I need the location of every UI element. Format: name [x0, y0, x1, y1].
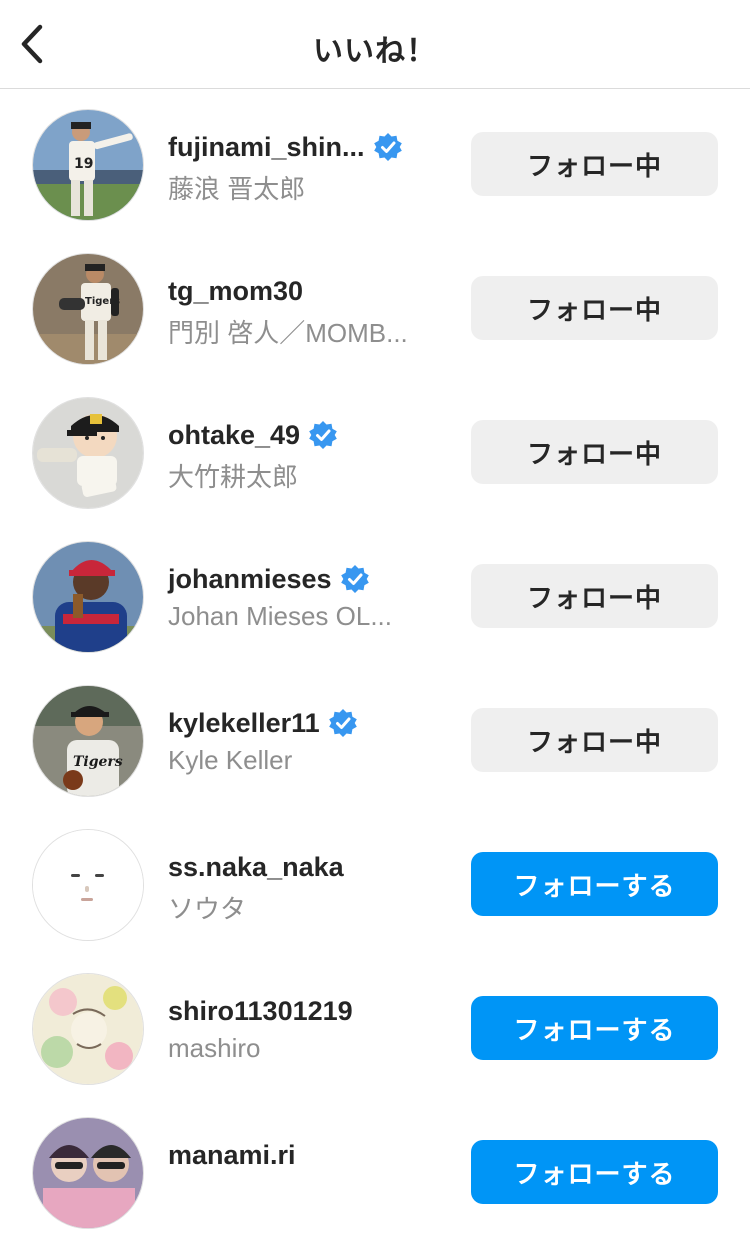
username[interactable]: tg_mom30 — [168, 276, 303, 307]
full-name: Johan Mieses OL... — [168, 601, 392, 631]
username[interactable]: ohtake_49 — [168, 420, 300, 451]
full-name: 門別 啓人／MOMB... — [168, 318, 408, 348]
avatar[interactable] — [32, 1117, 144, 1229]
avatar[interactable] — [32, 973, 144, 1085]
verified-badge-icon — [340, 564, 370, 594]
full-name: ソウタ — [168, 894, 247, 924]
list-item[interactable]: ohtake_49 大竹耕太郎 フォロー中 — [0, 377, 750, 521]
top-nav-bar: いいね！ — [0, 0, 750, 89]
list-item[interactable]: ss.naka_naka ソウタ フォローする — [0, 809, 750, 953]
list-item[interactable]: shiro11301219 mashiro フォローする — [0, 953, 750, 1097]
full-name: Kyle Keller — [168, 745, 293, 775]
avatar[interactable] — [32, 541, 144, 653]
avatar[interactable] — [32, 397, 144, 509]
following-button[interactable]: フォロー中 — [471, 276, 718, 340]
username[interactable]: shiro11301219 — [168, 996, 353, 1027]
page-title: いいね！ — [313, 35, 437, 68]
full-name: 大竹耕太郎 — [168, 462, 299, 492]
avatar[interactable]: Tigers — [32, 685, 144, 797]
avatar[interactable]: Tigers — [32, 253, 144, 365]
username[interactable]: fujinami_shin... — [168, 132, 365, 163]
verified-badge-icon — [373, 132, 403, 162]
svg-text:19: 19 — [74, 156, 93, 172]
username[interactable]: johanmieses — [168, 564, 332, 595]
following-button[interactable]: フォロー中 — [471, 708, 718, 772]
follow-button[interactable]: フォローする — [471, 1140, 718, 1204]
full-name: mashiro — [168, 1033, 261, 1063]
verified-badge-icon — [308, 420, 338, 450]
following-button[interactable]: フォロー中 — [471, 420, 718, 484]
svg-text:Tigers: Tigers — [73, 754, 123, 770]
verified-badge-icon — [328, 708, 358, 738]
svg-text:Tigers: Tigers — [85, 296, 120, 307]
username[interactable]: kylekeller11 — [168, 708, 320, 739]
list-item[interactable]: 19 fujinami_shin... 藤浪 晋太郎 フォロー中 — [0, 89, 750, 233]
list-item[interactable]: manami.ri フォローする — [0, 1097, 750, 1241]
full-name: 藤浪 晋太郎 — [168, 174, 306, 204]
follow-button[interactable]: フォローする — [471, 852, 718, 916]
following-button[interactable]: フォロー中 — [471, 564, 718, 628]
following-button[interactable]: フォロー中 — [471, 132, 718, 196]
list-item[interactable]: johanmieses Johan Mieses OL... フォロー中 — [0, 521, 750, 665]
list-item[interactable]: Tigers kylekeller11 Kyle Keller フォロー中 — [0, 665, 750, 809]
username[interactable]: manami.ri — [168, 1140, 296, 1171]
username[interactable]: ss.naka_naka — [168, 852, 344, 883]
avatar[interactable]: 19 — [32, 109, 144, 221]
avatar[interactable] — [32, 829, 144, 941]
list-item[interactable]: Tigers tg_mom30 門別 啓人／MOMB... フォロー中 — [0, 233, 750, 377]
follow-button[interactable]: フォローする — [471, 996, 718, 1060]
